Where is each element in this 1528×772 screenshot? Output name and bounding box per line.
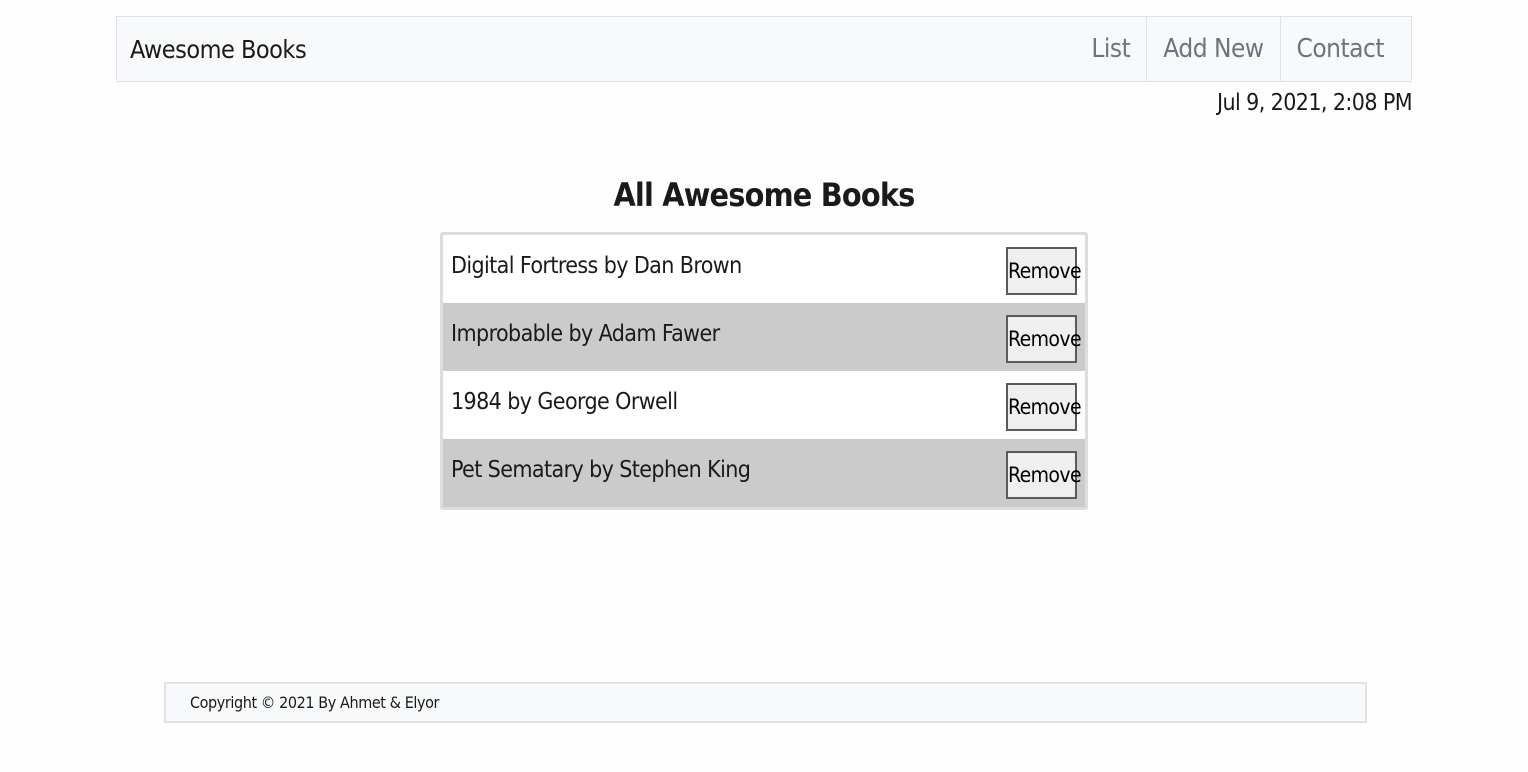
footer: Copyright © 2021 By Ahmet & Elyor [164, 682, 1367, 723]
remove-button[interactable]: Remove [1006, 247, 1082, 295]
copyright-text: Copyright © 2021 By Ahmet & Elyor [190, 693, 440, 712]
remove-button[interactable]: Remove [1006, 315, 1082, 363]
book-title: Improbable by Adam Fawer [451, 321, 720, 347]
book-row: 1984 by George Orwell Remove [443, 371, 1085, 439]
navbar: Awesome Books List Add New Contact [116, 16, 1412, 82]
brand-logo[interactable]: Awesome Books [117, 35, 307, 64]
nav-links: List Add New Contact [1075, 17, 1411, 81]
nav-link-list[interactable]: List [1075, 17, 1146, 81]
remove-button[interactable]: Remove [1006, 451, 1082, 499]
book-row: Pet Sematary by Stephen King Remove [443, 439, 1085, 507]
nav-link-contact[interactable]: Contact [1279, 17, 1412, 81]
current-date: Jul 9, 2021, 2:08 PM [1217, 90, 1413, 116]
nav-link-add-new[interactable]: Add New [1146, 17, 1279, 81]
remove-button[interactable]: Remove [1006, 383, 1082, 431]
book-row: Improbable by Adam Fawer Remove [443, 303, 1085, 371]
page: Awesome Books List Add New Contact Jul 9… [0, 0, 1528, 772]
book-title: Pet Sematary by Stephen King [451, 457, 751, 483]
book-row: Digital Fortress by Dan Brown Remove [443, 235, 1085, 303]
book-list: Digital Fortress by Dan Brown Remove Imp… [440, 232, 1088, 510]
page-title: All Awesome Books [613, 176, 915, 214]
book-title: 1984 by George Orwell [451, 389, 678, 415]
book-title: Digital Fortress by Dan Brown [451, 253, 742, 279]
